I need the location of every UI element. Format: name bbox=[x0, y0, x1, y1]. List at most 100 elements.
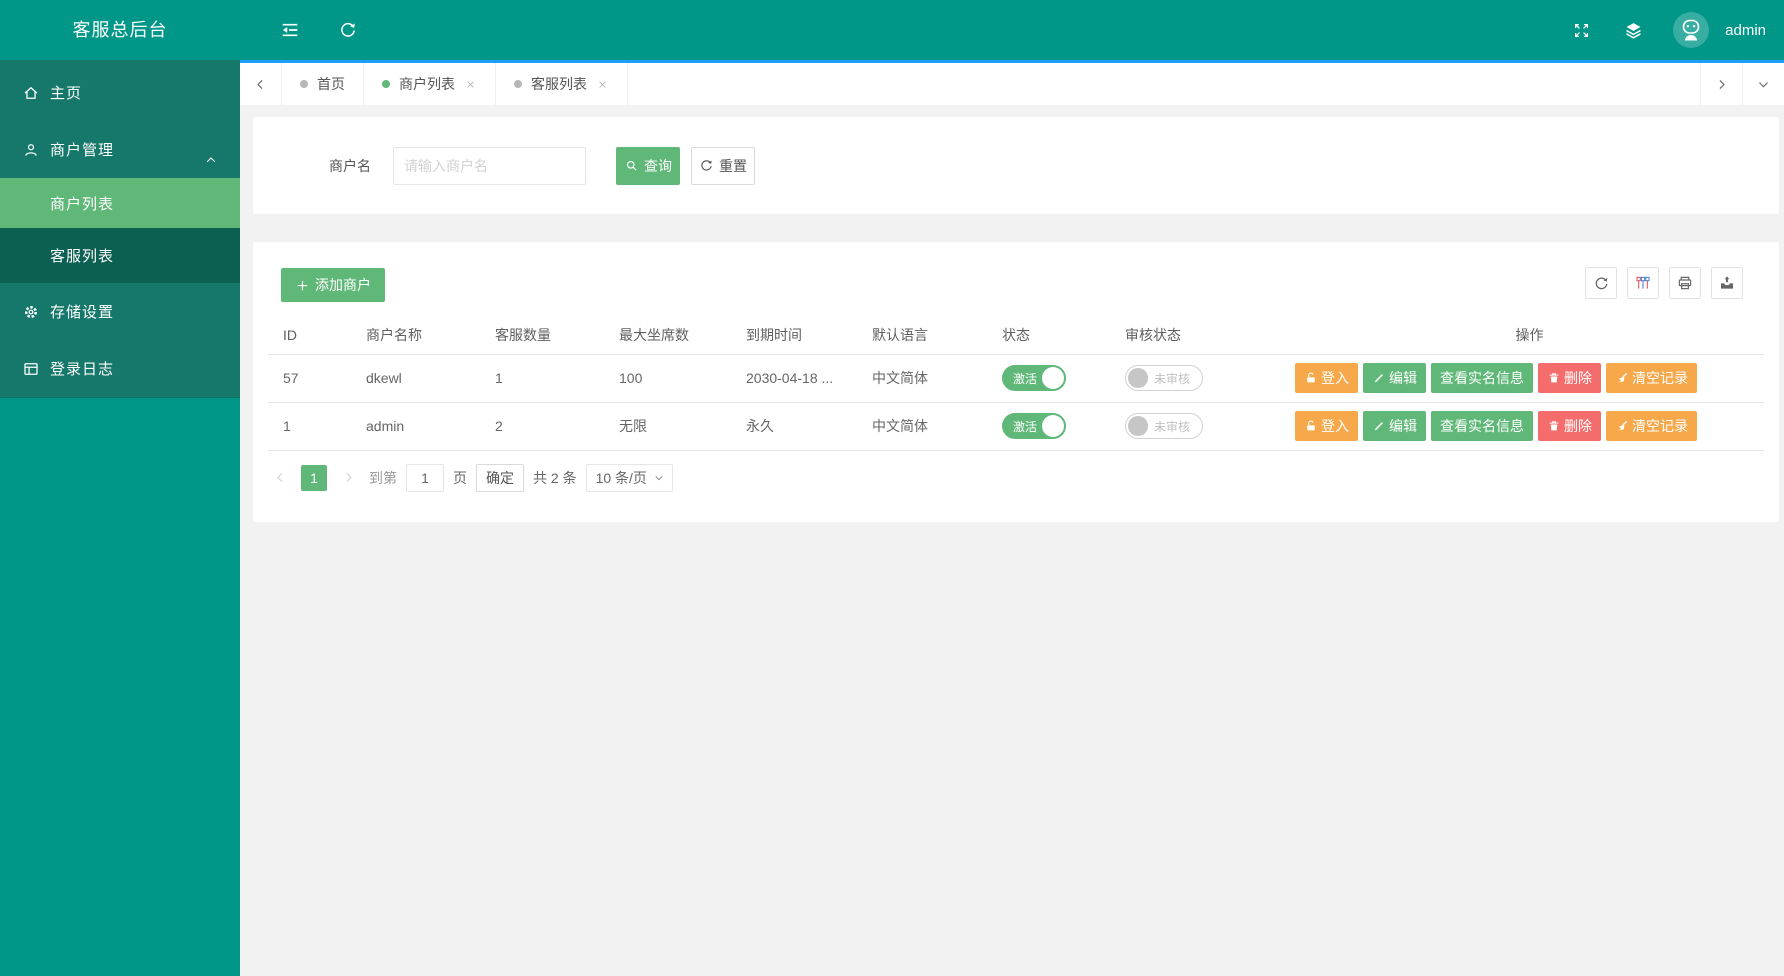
toggle-knob bbox=[1042, 367, 1064, 389]
total-count-label: 共 2 条 bbox=[533, 469, 577, 486]
edit-button[interactable]: 编辑 bbox=[1363, 363, 1426, 393]
refresh-page-button[interactable] bbox=[326, 0, 370, 60]
cell-default-language: 中文简体 bbox=[857, 402, 987, 451]
trash-icon bbox=[1547, 419, 1561, 433]
username[interactable]: admin bbox=[1725, 22, 1766, 39]
fullscreen-icon bbox=[1572, 21, 1591, 40]
tabs-scroll-left-button[interactable] bbox=[240, 63, 282, 105]
tab-merchant-list[interactable]: 商户列表 bbox=[364, 63, 496, 105]
tab-service-list[interactable]: 客服列表 bbox=[496, 63, 628, 105]
audit-toggle-label: 未审核 bbox=[1154, 419, 1191, 434]
status-toggle[interactable]: 激活 bbox=[1002, 413, 1066, 439]
theme-button[interactable] bbox=[1611, 0, 1655, 60]
printer-icon bbox=[1676, 274, 1694, 292]
sidebar-item-login-logs[interactable]: 登录日志 bbox=[0, 340, 240, 397]
brush-icon bbox=[1615, 419, 1629, 433]
col-max-seats: 最大坐席数 bbox=[604, 316, 731, 355]
sidebar-item-merchant-list[interactable]: 商户列表 bbox=[0, 178, 240, 228]
table-toolbar bbox=[1585, 267, 1743, 299]
clear-records-label: 清空记录 bbox=[1632, 370, 1688, 386]
cell-merchant-name: dkewl bbox=[351, 354, 480, 403]
goto-confirm-button[interactable]: 确定 bbox=[476, 463, 524, 492]
sidebar-item-home[interactable]: 主页 bbox=[0, 64, 240, 121]
prev-page-button[interactable] bbox=[268, 465, 292, 491]
cell-max-seats: 无限 bbox=[604, 402, 731, 451]
sidebar-item-storage-settings[interactable]: 存储设置 bbox=[0, 283, 240, 340]
current-page-button[interactable]: 1 bbox=[301, 464, 327, 491]
table-row: 57 dkewl 1 100 2030-04-18 ... 中文简体 激活 未审… bbox=[268, 354, 1764, 403]
close-icon[interactable] bbox=[596, 78, 609, 91]
unlock-icon bbox=[1304, 419, 1318, 433]
sidebar: 客服总后台 主页 商户管理 商户列表 客服列表 存储设置 登录日志 bbox=[0, 0, 240, 976]
view-realname-button[interactable]: 查看实名信息 bbox=[1431, 411, 1533, 441]
user-avatar[interactable] bbox=[1673, 12, 1709, 48]
cell-max-seats: 100 bbox=[604, 354, 731, 403]
table-refresh-button[interactable] bbox=[1585, 267, 1617, 299]
login-button[interactable]: 登入 bbox=[1295, 411, 1358, 441]
sidebar-item-label: 存储设置 bbox=[50, 304, 115, 321]
refresh-icon bbox=[1593, 275, 1610, 292]
table-header-row: ID 商户名称 客服数量 最大坐席数 到期时间 默认语言 状态 审核状态 操作 bbox=[268, 316, 1764, 355]
tabs-scroll-right-button[interactable] bbox=[1700, 63, 1742, 105]
log-icon bbox=[22, 360, 40, 378]
clear-records-button[interactable]: 清空记录 bbox=[1606, 411, 1697, 441]
collapse-sidebar-button[interactable] bbox=[268, 0, 312, 60]
home-icon bbox=[22, 84, 40, 102]
chevron-right-icon bbox=[341, 470, 356, 485]
audit-toggle[interactable]: 未审核 bbox=[1125, 365, 1203, 391]
toggle-knob bbox=[1042, 415, 1064, 437]
view-realname-button[interactable]: 查看实名信息 bbox=[1431, 363, 1533, 393]
add-merchant-button[interactable]: 添加商户 bbox=[281, 268, 385, 302]
audit-toggle-label: 未审核 bbox=[1154, 371, 1191, 386]
edit-button[interactable]: 编辑 bbox=[1363, 411, 1426, 441]
table-columns-filter-button[interactable] bbox=[1627, 267, 1659, 299]
status-toggle[interactable]: 激活 bbox=[1002, 365, 1066, 391]
clear-records-button[interactable]: 清空记录 bbox=[1606, 363, 1697, 393]
view-realname-label: 查看实名信息 bbox=[1440, 418, 1524, 434]
merchant-name-input[interactable] bbox=[393, 146, 586, 185]
query-button[interactable]: 查询 bbox=[616, 146, 680, 185]
next-page-button[interactable] bbox=[336, 465, 360, 491]
fullscreen-button[interactable] bbox=[1559, 0, 1603, 60]
row-actions: 登入 编辑 查看实名信息 删除 清空记录 bbox=[1295, 363, 1764, 393]
reset-button[interactable]: 重置 bbox=[691, 146, 755, 185]
page-size-select[interactable]: 10 条/页 bbox=[585, 463, 673, 492]
col-audit-status: 审核状态 bbox=[1110, 316, 1280, 355]
brush-icon bbox=[1615, 371, 1629, 385]
delete-button[interactable]: 删除 bbox=[1538, 363, 1601, 393]
cell-agent-count: 1 bbox=[480, 354, 604, 403]
chevron-left-icon bbox=[253, 77, 268, 92]
add-merchant-label: 添加商户 bbox=[315, 277, 371, 293]
search-panel: 商户名 查询 重置 bbox=[253, 117, 1779, 214]
view-realname-label: 查看实名信息 bbox=[1440, 370, 1524, 386]
status-toggle-label: 激活 bbox=[1013, 419, 1038, 434]
delete-button[interactable]: 删除 bbox=[1538, 411, 1601, 441]
tab-home[interactable]: 首页 bbox=[282, 63, 364, 105]
cell-expire-time: 2030-04-18 ... bbox=[731, 354, 857, 403]
close-icon[interactable] bbox=[464, 78, 477, 91]
goto-page-input[interactable] bbox=[406, 463, 444, 492]
login-button[interactable]: 登入 bbox=[1295, 363, 1358, 393]
plus-icon bbox=[295, 278, 310, 293]
audit-toggle[interactable]: 未审核 bbox=[1125, 413, 1203, 439]
edit-label: 编辑 bbox=[1389, 370, 1417, 386]
layers-icon bbox=[1623, 20, 1644, 41]
table-export-button[interactable] bbox=[1711, 267, 1743, 299]
search-icon bbox=[624, 158, 639, 173]
sidebar-item-service-list[interactable]: 客服列表 bbox=[0, 228, 240, 283]
col-merchant-name: 商户名称 bbox=[351, 316, 480, 355]
sidebar-item-merchant-management[interactable]: 商户管理 bbox=[0, 121, 240, 178]
tab-label: 客服列表 bbox=[531, 76, 587, 92]
merchant-table-panel: 添加商户 ID 商户名称 客服数量 最大坐席数 到期时间 默认语言 状态 审核状… bbox=[253, 242, 1779, 522]
merchant-name-label: 商户名 bbox=[329, 157, 371, 174]
top-header: admin bbox=[240, 0, 1784, 60]
sidebar-divider bbox=[0, 397, 240, 398]
table-row: 1 admin 2 无限 永久 中文简体 激活 未审核 登入 编辑 查看实名信息… bbox=[268, 402, 1764, 451]
table-print-button[interactable] bbox=[1669, 267, 1701, 299]
cell-merchant-name: admin bbox=[351, 402, 480, 451]
chevron-left-icon bbox=[273, 470, 288, 485]
tabs-menu-button[interactable] bbox=[1742, 63, 1784, 105]
refresh-icon bbox=[338, 20, 358, 40]
goto-suffix-label: 页 bbox=[453, 469, 467, 486]
col-expire-time: 到期时间 bbox=[731, 316, 857, 355]
